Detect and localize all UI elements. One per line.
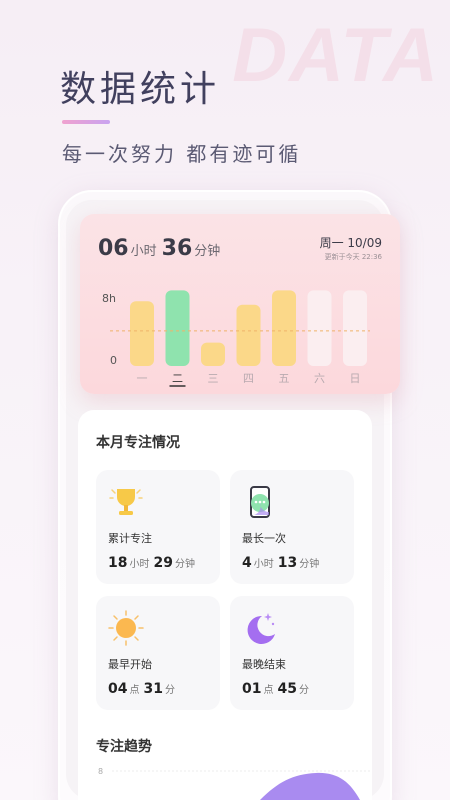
stat-unit: 分	[164, 685, 175, 696]
stat-unit: 分钟	[299, 559, 320, 570]
x-tick-label: 六	[314, 372, 325, 385]
stat-number: 13	[277, 555, 298, 571]
minutes-unit: 分钟	[194, 244, 221, 259]
trend-area	[260, 772, 360, 800]
stat-label: 最晚结束	[242, 658, 286, 671]
page-title: 数据统计	[60, 69, 221, 110]
month-section-title: 本月专注情况	[96, 435, 180, 451]
y-tick-label: 0	[110, 354, 117, 367]
stat-unit: 点	[263, 685, 274, 696]
data-watermark: DATA	[232, 13, 440, 98]
stat-number: 31	[143, 681, 163, 697]
focus-trend-chart: 8	[98, 767, 372, 800]
bar-1[interactable]	[165, 290, 190, 366]
y-tick-label: 8h	[102, 292, 116, 305]
today-hours: 06	[98, 236, 129, 261]
stat-value: 04 点 31 分	[108, 678, 179, 697]
trend-section-title: 专注趋势	[96, 739, 152, 755]
stat-number: 01	[242, 681, 262, 697]
monthly-focus-card: 本月专注情况 累计专注 18小时29分钟 最长一次 4小时13分钟	[78, 410, 372, 800]
stat-unit: 小时	[253, 559, 274, 570]
today-total: 06 小时 36 分钟	[98, 236, 225, 261]
stat-number: 4	[242, 555, 252, 571]
stat-earliest-start[interactable]: 最早开始 04 点 31 分	[96, 596, 220, 710]
bar-5[interactable]	[307, 290, 332, 366]
stat-longest-session[interactable]: 最长一次 4 小时 13 分钟	[230, 470, 354, 584]
stat-label: 累计专注	[108, 532, 152, 545]
trend-y-tick: 8	[98, 767, 103, 776]
stat-number: 18	[108, 555, 128, 571]
stat-value: 01 点 45 分	[242, 678, 313, 697]
stat-number: 04	[108, 681, 128, 697]
stat-unit: 分	[298, 685, 309, 696]
moon-icon	[247, 613, 275, 644]
stat-label: 最早开始	[108, 658, 152, 671]
stat-unit: 点	[129, 685, 140, 696]
weekly-bar-chart: 8h 0 一 二 三 四 五 六 日	[102, 290, 370, 387]
sun-icon	[108, 610, 144, 646]
x-tick-label: 五	[279, 372, 290, 385]
x-tick-label: 三	[208, 372, 219, 385]
bar-6[interactable]	[343, 290, 367, 366]
x-tick-label: 日	[350, 372, 361, 385]
trophy-icon	[109, 489, 143, 515]
weekly-focus-card[interactable]: 06 小时 36 分钟 周一 10/09 更新于今天 22:36 8h 0 一 二 三 四 五 六 日	[80, 214, 400, 394]
stat-number: 45	[277, 681, 297, 697]
stat-value: 18 小时 29 分钟	[108, 552, 199, 571]
x-tick-label: 四	[243, 372, 254, 385]
hours-unit: 小时	[130, 244, 157, 259]
page-subtitle: 每一次努力 都有迹可循	[62, 142, 302, 166]
bar-2[interactable]	[201, 342, 225, 366]
x-tick-label: 一	[137, 372, 148, 385]
bar-0[interactable]	[130, 301, 154, 366]
stat-latest-end[interactable]: 最晚结束 01 点 45 分	[230, 596, 354, 710]
stat-unit: 分钟	[174, 559, 195, 570]
selected-day-label: 周一 10/09	[319, 236, 382, 250]
today-minutes: 36	[161, 236, 193, 261]
stat-total-focus[interactable]: 累计专注 18 小时 29 分钟	[96, 470, 220, 584]
x-tick-label: 二	[172, 372, 183, 385]
stat-value: 4 小时 13 分钟	[242, 552, 323, 571]
bar-3[interactable]	[236, 304, 261, 366]
phone-icon	[250, 486, 270, 518]
updated-time-label: 更新于今天 22:36	[324, 253, 382, 261]
stat-unit: 小时	[129, 559, 150, 570]
stat-label: 最长一次	[242, 532, 286, 545]
stat-number: 29	[153, 555, 173, 571]
title-underline	[62, 120, 110, 124]
bar-4[interactable]	[272, 290, 296, 366]
